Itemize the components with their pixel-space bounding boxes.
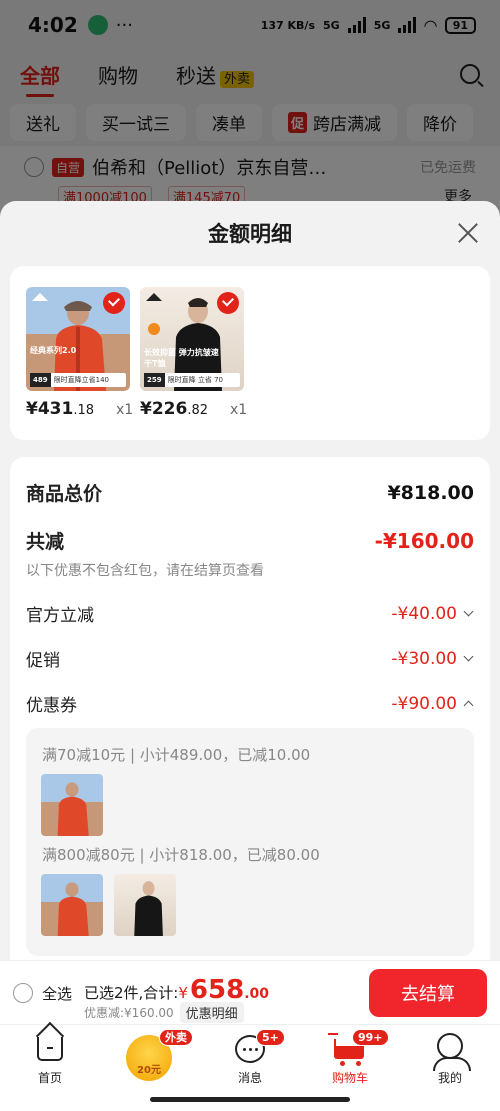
discount-detail-button[interactable]: 优惠明细 xyxy=(179,1002,244,1023)
total-price-row: 商品总价 ¥818.00 xyxy=(26,479,474,506)
product-price-bar-2: 259 限时直降 立省 70 xyxy=(144,373,240,387)
tab-takeout-coupon[interactable]: 20元 外卖 xyxy=(117,1025,197,1091)
product-image-jacket[interactable]: 经典系列2.0 489 限时直降立省140 xyxy=(26,287,130,391)
chevron-down-icon xyxy=(463,651,474,662)
total-amount: 658 xyxy=(189,975,245,1005)
promotion-label: 促销 xyxy=(26,651,60,671)
select-all-radio[interactable] xyxy=(13,983,33,1003)
product-qty-2: x1 xyxy=(230,402,248,418)
tab-me[interactable]: 我的 xyxy=(410,1025,490,1091)
close-icon[interactable] xyxy=(456,221,480,245)
total-decimal: .00 xyxy=(244,986,270,1002)
bar-text-1: 限时直降立省140 xyxy=(53,376,109,384)
official-discount-value: -¥40.00 xyxy=(391,603,457,624)
promotion-value: -¥30.00 xyxy=(391,648,457,669)
coupon-breakdown: 满70减10元 | 小计489.00，已减10.00 满800减80元 | 小计… xyxy=(26,728,474,956)
profile-icon xyxy=(433,1033,471,1071)
home-indicator[interactable] xyxy=(150,1097,350,1102)
tshirt-thumb-illustration xyxy=(134,881,163,936)
coupon-product-thumb-jacket xyxy=(41,774,103,836)
takeout-badge: 外卖 xyxy=(159,1029,193,1046)
cart-badge: 99+ xyxy=(352,1029,389,1046)
tab-messages-label: 消息 xyxy=(237,1071,262,1085)
total-discount-label: 共减 xyxy=(26,531,65,553)
price-tag-2: 259 xyxy=(144,373,165,387)
checkout-bar: 全选 已选2件,合计: ¥ 658 .00 优惠减:¥160.00 优惠明细 去… xyxy=(0,960,500,1024)
jacket-thumb-illustration xyxy=(57,782,89,836)
jacket-thumb-illustration xyxy=(57,882,89,936)
selected-products-card: 经典系列2.0 489 限时直降立省140 ¥431.18 x1 长效抑菌 弹力抗… xyxy=(10,266,490,440)
coupon-line-2: 满800减80元 | 小计818.00，已减80.00 xyxy=(42,846,320,864)
product-price-bar-1: 489 限时直降立省140 xyxy=(30,373,126,387)
checkout-summary: 已选2件,合计: ¥ 658 .00 xyxy=(84,975,269,1005)
chevron-down-icon xyxy=(463,606,474,617)
modal-overlay[interactable] xyxy=(0,0,500,220)
product-price-2: ¥226.82 xyxy=(140,399,209,419)
tab-messages[interactable]: 5+ 消息 xyxy=(210,1025,290,1091)
tab-me-label: 我的 xyxy=(437,1071,462,1085)
coupon-coin-label: 20元 xyxy=(137,1065,161,1076)
total-price-value: ¥818.00 xyxy=(387,481,474,504)
coupon-label: 优惠券 xyxy=(26,696,77,716)
total-discount-value: -¥160.00 xyxy=(374,528,474,553)
select-all-label[interactable]: 全选 xyxy=(42,983,72,1004)
official-discount-row[interactable]: 官方立减 -¥40.00 xyxy=(26,601,474,626)
official-discount-label: 官方立减 xyxy=(26,606,94,626)
bar-text-2: 限时直降 立省 70 xyxy=(167,376,223,384)
coupon-line-1: 满70减10元 | 小计489.00，已减10.00 xyxy=(42,746,311,764)
discount-note: 以下优惠不包含红包，请在结算页查看 xyxy=(26,563,264,579)
message-badge: 5+ xyxy=(256,1029,285,1046)
checkout-button[interactable]: 去结算 xyxy=(369,969,487,1017)
discount-summary: 优惠减:¥160.00 xyxy=(84,1006,174,1020)
amount-details-card: 商品总价 ¥818.00 共减 -¥160.00 以下优惠不包含红包，请在结算页… xyxy=(10,457,490,977)
tab-home[interactable]: 首页 xyxy=(10,1025,90,1091)
product-qty-1: x1 xyxy=(116,402,134,418)
coupon-row[interactable]: 优惠券 -¥90.00 xyxy=(26,691,474,716)
chevron-up-icon xyxy=(463,700,474,711)
home-icon xyxy=(37,1037,63,1061)
selected-check-icon[interactable] xyxy=(103,292,125,314)
sheet-title: 金额明细 xyxy=(208,222,292,246)
tab-cart-label: 购物车 xyxy=(331,1071,368,1085)
coupon-value: -¥90.00 xyxy=(391,693,457,714)
price-tag-1: 489 xyxy=(30,373,51,387)
coupon-product-thumb-tshirt xyxy=(114,874,176,936)
product-price-1: ¥431.18 xyxy=(26,399,95,419)
tab-home-label: 首页 xyxy=(37,1071,62,1085)
selected-count-text: 已选2件,合计: xyxy=(84,984,179,1002)
bottom-tab-bar: 首页 20元 外卖 5+ 消息 99+ 购物车 我的 xyxy=(0,1024,500,1090)
product-tag-2: 长效抑菌 弹力抗皱速干T恤 xyxy=(144,348,219,368)
coupon-product-thumb-jacket-2 xyxy=(41,874,103,936)
total-discount-row: 共减 -¥160.00 xyxy=(26,527,474,554)
product-image-tshirt[interactable]: 长效抑菌 弹力抗皱速干T恤 259 限时直降 立省 70 xyxy=(140,287,244,391)
selected-check-icon[interactable] xyxy=(217,292,239,314)
promotion-row[interactable]: 促销 -¥30.00 xyxy=(26,646,474,671)
total-price-label: 商品总价 xyxy=(26,483,103,505)
total-currency: ¥ xyxy=(178,984,188,1002)
tab-cart[interactable]: 99+ 购物车 xyxy=(310,1025,390,1091)
product-tag-1: 经典系列2.0 xyxy=(30,346,77,355)
